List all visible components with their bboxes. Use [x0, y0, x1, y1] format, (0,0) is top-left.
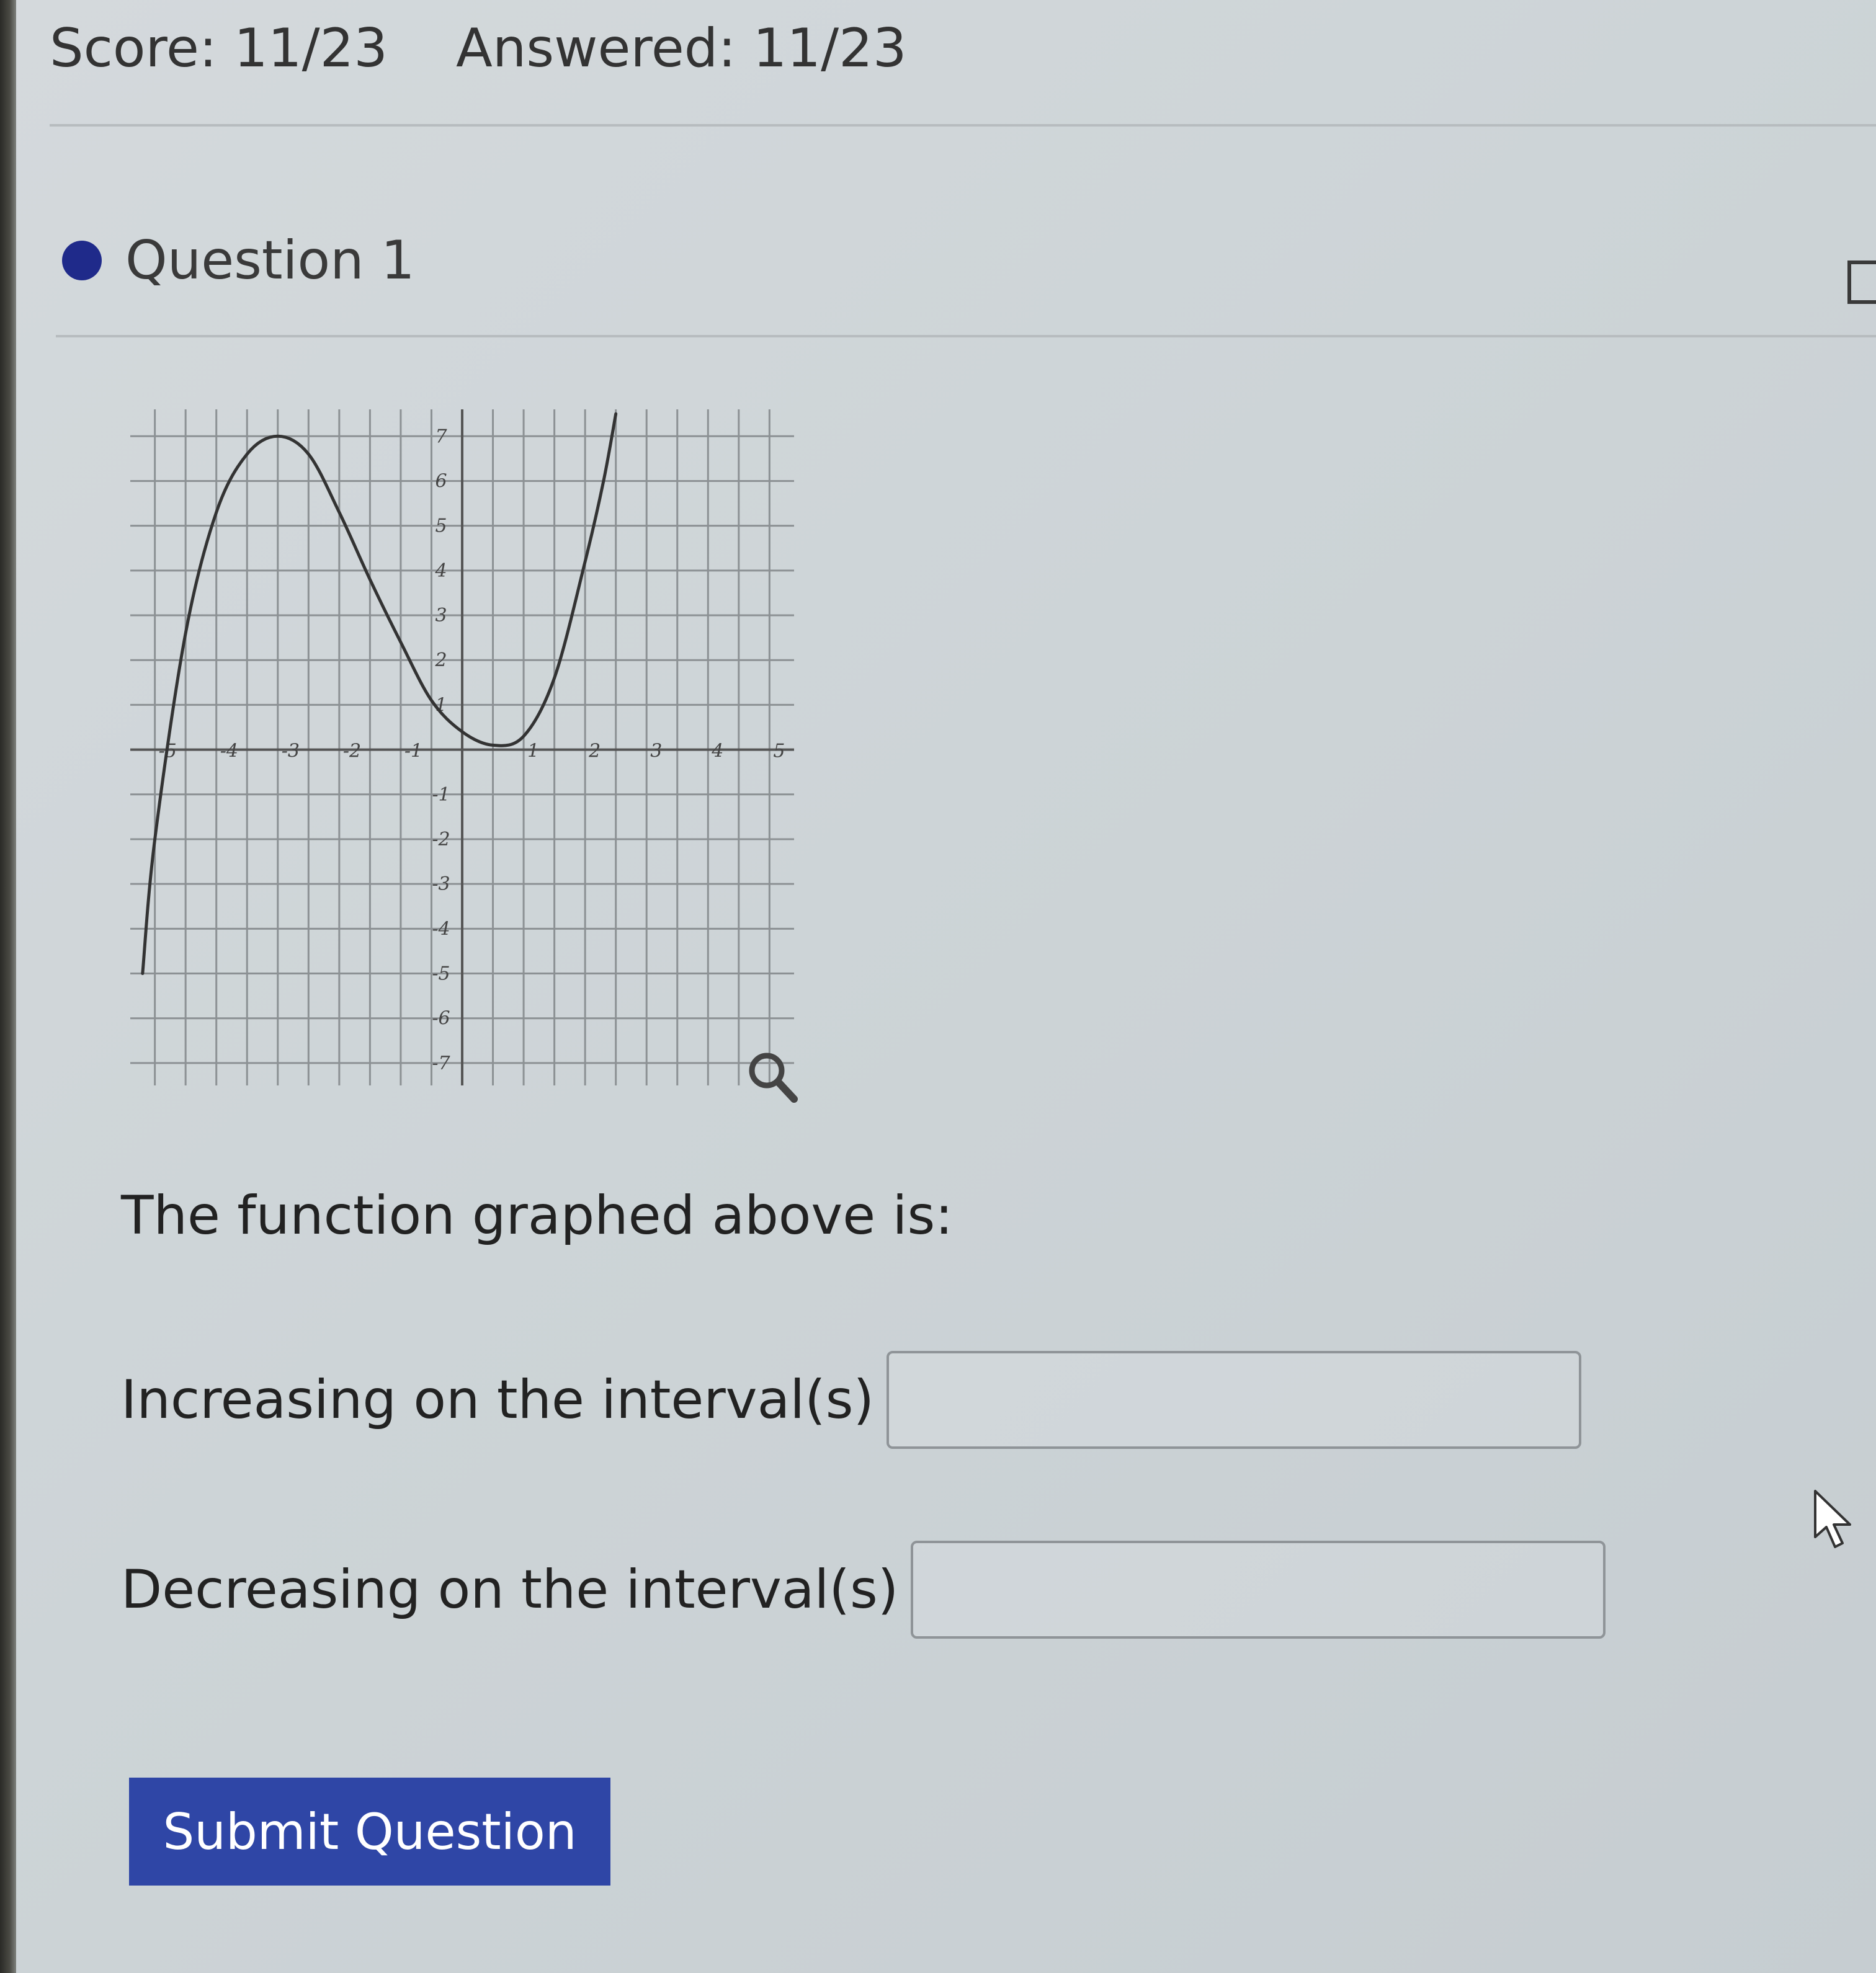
- x-tick-label: 5: [773, 741, 785, 762]
- increasing-label: Increasing on the interval(s): [121, 1369, 875, 1431]
- y-tick-label: -6: [432, 1008, 450, 1030]
- y-tick-label: 5: [435, 515, 447, 537]
- x-tick-label: 3: [650, 741, 662, 762]
- function-graph: -5 -4 -3 -2 -1 1 2 3 4 5 7 6 5 4 3 2 1 -1 -2 -3 -4 -5 -6 -7: [112, 391, 813, 1104]
- y-tick-label: -3: [432, 873, 450, 895]
- question-title: Question 1: [125, 229, 415, 292]
- score-text: Score: 11/23: [50, 17, 388, 79]
- y-tick-label: -4: [432, 918, 450, 940]
- y-tick-label: -5: [432, 963, 450, 985]
- y-tick-label: 3: [435, 605, 447, 626]
- top-divider: [50, 124, 1876, 127]
- submit-question-button[interactable]: Submit Question: [129, 1778, 610, 1886]
- collapse-icon[interactable]: [1847, 261, 1876, 304]
- x-tick-label: 4: [711, 741, 723, 762]
- y-tick-label: -1: [432, 784, 450, 806]
- y-tick-label: 2: [434, 649, 447, 671]
- decreasing-label: Decreasing on the interval(s): [121, 1559, 899, 1621]
- x-tick-label: 1: [527, 741, 539, 762]
- y-tick-label: -2: [432, 829, 450, 850]
- answered-text: Answered: 11/23: [456, 17, 907, 79]
- score-bar: Score: 11/23 Answered: 11/23: [50, 17, 907, 79]
- question-header[interactable]: Question 1: [62, 229, 415, 292]
- magnifier-icon[interactable]: [744, 1048, 800, 1104]
- y-tick-label: 7: [435, 425, 447, 447]
- y-tick-label: 6: [435, 470, 447, 492]
- screen-bezel: [0, 0, 16, 1973]
- x-tick-label: 2: [588, 741, 601, 762]
- increasing-row: Increasing on the interval(s): [121, 1351, 1582, 1449]
- y-tick-label: 4: [434, 560, 447, 582]
- y-tick-label: -7: [432, 1053, 450, 1074]
- function-curve: [141, 412, 618, 976]
- mouse-pointer-icon: [1814, 1490, 1851, 1548]
- x-tick-label: -2: [343, 741, 361, 762]
- question-status-dot: [62, 241, 102, 280]
- x-tick-label: -1: [404, 741, 422, 762]
- increasing-input[interactable]: [887, 1351, 1582, 1449]
- decreasing-row: Decreasing on the interval(s): [121, 1541, 1606, 1639]
- decreasing-input[interactable]: [911, 1541, 1606, 1639]
- question-prompt: The function graphed above is:: [121, 1185, 954, 1247]
- question-divider: [56, 335, 1876, 337]
- graph-svg: -5 -4 -3 -2 -1 1 2 3 4 57654321-1-2-3-4-5-6-7: [130, 409, 794, 1085]
- x-tick-label: -4: [220, 741, 238, 762]
- x-tick-label: -3: [282, 741, 300, 762]
